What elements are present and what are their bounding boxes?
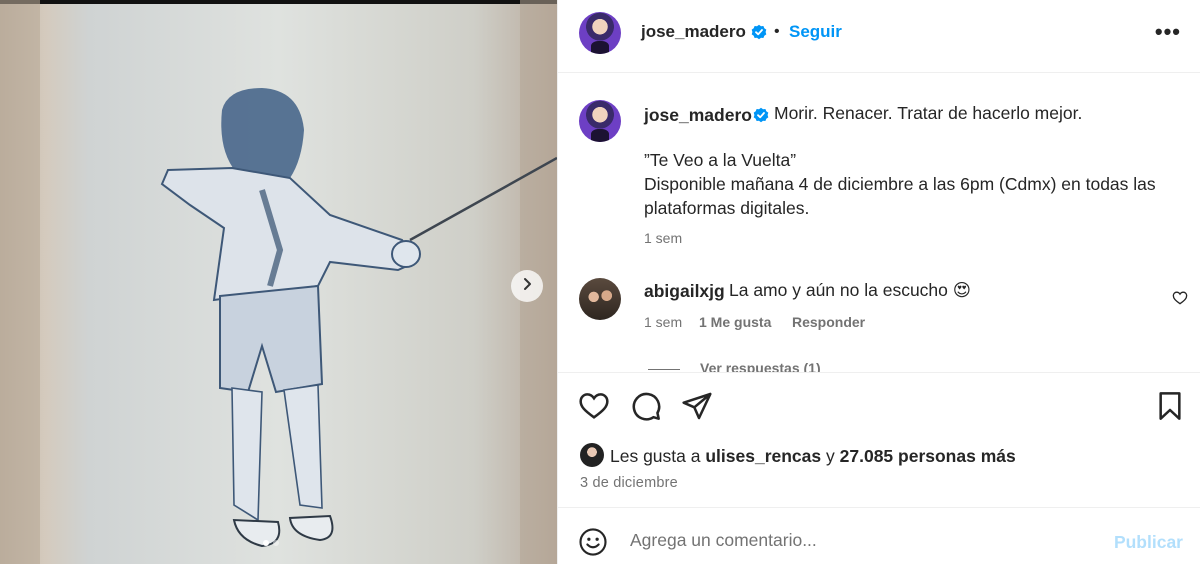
likes-joiner: y bbox=[826, 446, 835, 466]
liker-username[interactable]: ulises_rencas bbox=[705, 446, 821, 466]
caption-line-1: Morir. Renacer. Tratar de hacerlo mejor. bbox=[774, 103, 1083, 123]
verified-badge-icon bbox=[753, 107, 769, 123]
save-bookmark-icon[interactable] bbox=[1154, 390, 1186, 422]
comment-like-heart-icon[interactable] bbox=[1172, 290, 1188, 311]
like-heart-icon[interactable] bbox=[578, 390, 610, 422]
post-header: jose_madero • Seguir ••• bbox=[558, 0, 1200, 73]
comment-reply-button[interactable]: Responder bbox=[792, 314, 865, 330]
comment-timestamp[interactable]: 1 sem bbox=[644, 314, 682, 330]
post-actions: Les gusta a ulises_rencas y 27.085 perso… bbox=[558, 372, 1200, 506]
more-options-icon[interactable]: ••• bbox=[1155, 21, 1181, 43]
publish-button[interactable]: Publicar bbox=[1114, 532, 1183, 553]
comment-input[interactable] bbox=[630, 530, 1100, 551]
caption-line-3: ”Te Veo a la Vuelta” bbox=[644, 150, 797, 170]
comment-likes-count[interactable]: 1 Me gusta bbox=[699, 314, 771, 330]
emoji-smiley-icon[interactable] bbox=[578, 527, 608, 562]
carousel-indicator bbox=[263, 540, 279, 546]
liker-avatar[interactable] bbox=[580, 443, 604, 467]
post-image-drawing bbox=[0, 0, 557, 564]
verified-badge-icon bbox=[751, 24, 767, 40]
chevron-right-icon bbox=[520, 277, 534, 296]
author-username[interactable]: jose_madero bbox=[641, 22, 746, 42]
caption-timestamp[interactable]: 1 sem bbox=[644, 230, 682, 246]
carousel-next-button[interactable] bbox=[511, 270, 543, 302]
author-avatar[interactable] bbox=[579, 12, 621, 54]
likes-summary: Les gusta a ulises_rencas y 27.085 perso… bbox=[610, 446, 1016, 467]
post-date[interactable]: 3 de diciembre bbox=[580, 475, 678, 491]
caption-line-5: plataformas digitales. bbox=[644, 198, 810, 218]
view-replies-button[interactable]: Ver respuestas (1) bbox=[700, 360, 821, 372]
comment-composer: Publicar bbox=[558, 507, 1200, 564]
caption-author-avatar[interactable] bbox=[579, 100, 621, 142]
comments-section: jose_madero Morir. Renacer. Tratar de ha… bbox=[558, 74, 1200, 372]
replies-divider bbox=[648, 369, 680, 370]
likes-prefix: Les gusta a bbox=[610, 446, 701, 466]
post-details-panel: jose_madero • Seguir ••• jose_madero Mor… bbox=[557, 0, 1200, 564]
caption-username[interactable]: jose_madero bbox=[644, 105, 752, 126]
post-media[interactable] bbox=[0, 0, 557, 564]
follow-button[interactable]: Seguir bbox=[789, 22, 842, 42]
carousel-dot-2 bbox=[273, 540, 279, 546]
comment-text: La amo y aún no la escucho 😍 bbox=[729, 280, 972, 300]
comment-bubble-icon[interactable] bbox=[630, 390, 662, 422]
likes-others-count[interactable]: 27.085 personas más bbox=[840, 446, 1016, 466]
carousel-dot-1 bbox=[263, 540, 269, 546]
share-send-icon[interactable] bbox=[681, 390, 713, 422]
caption-line-4: Disponible mañana 4 de diciembre a las 6… bbox=[644, 174, 1156, 194]
commenter-avatar[interactable] bbox=[579, 278, 621, 320]
comment-username[interactable]: abigailxjg bbox=[644, 281, 725, 302]
header-separator: • bbox=[774, 23, 780, 40]
